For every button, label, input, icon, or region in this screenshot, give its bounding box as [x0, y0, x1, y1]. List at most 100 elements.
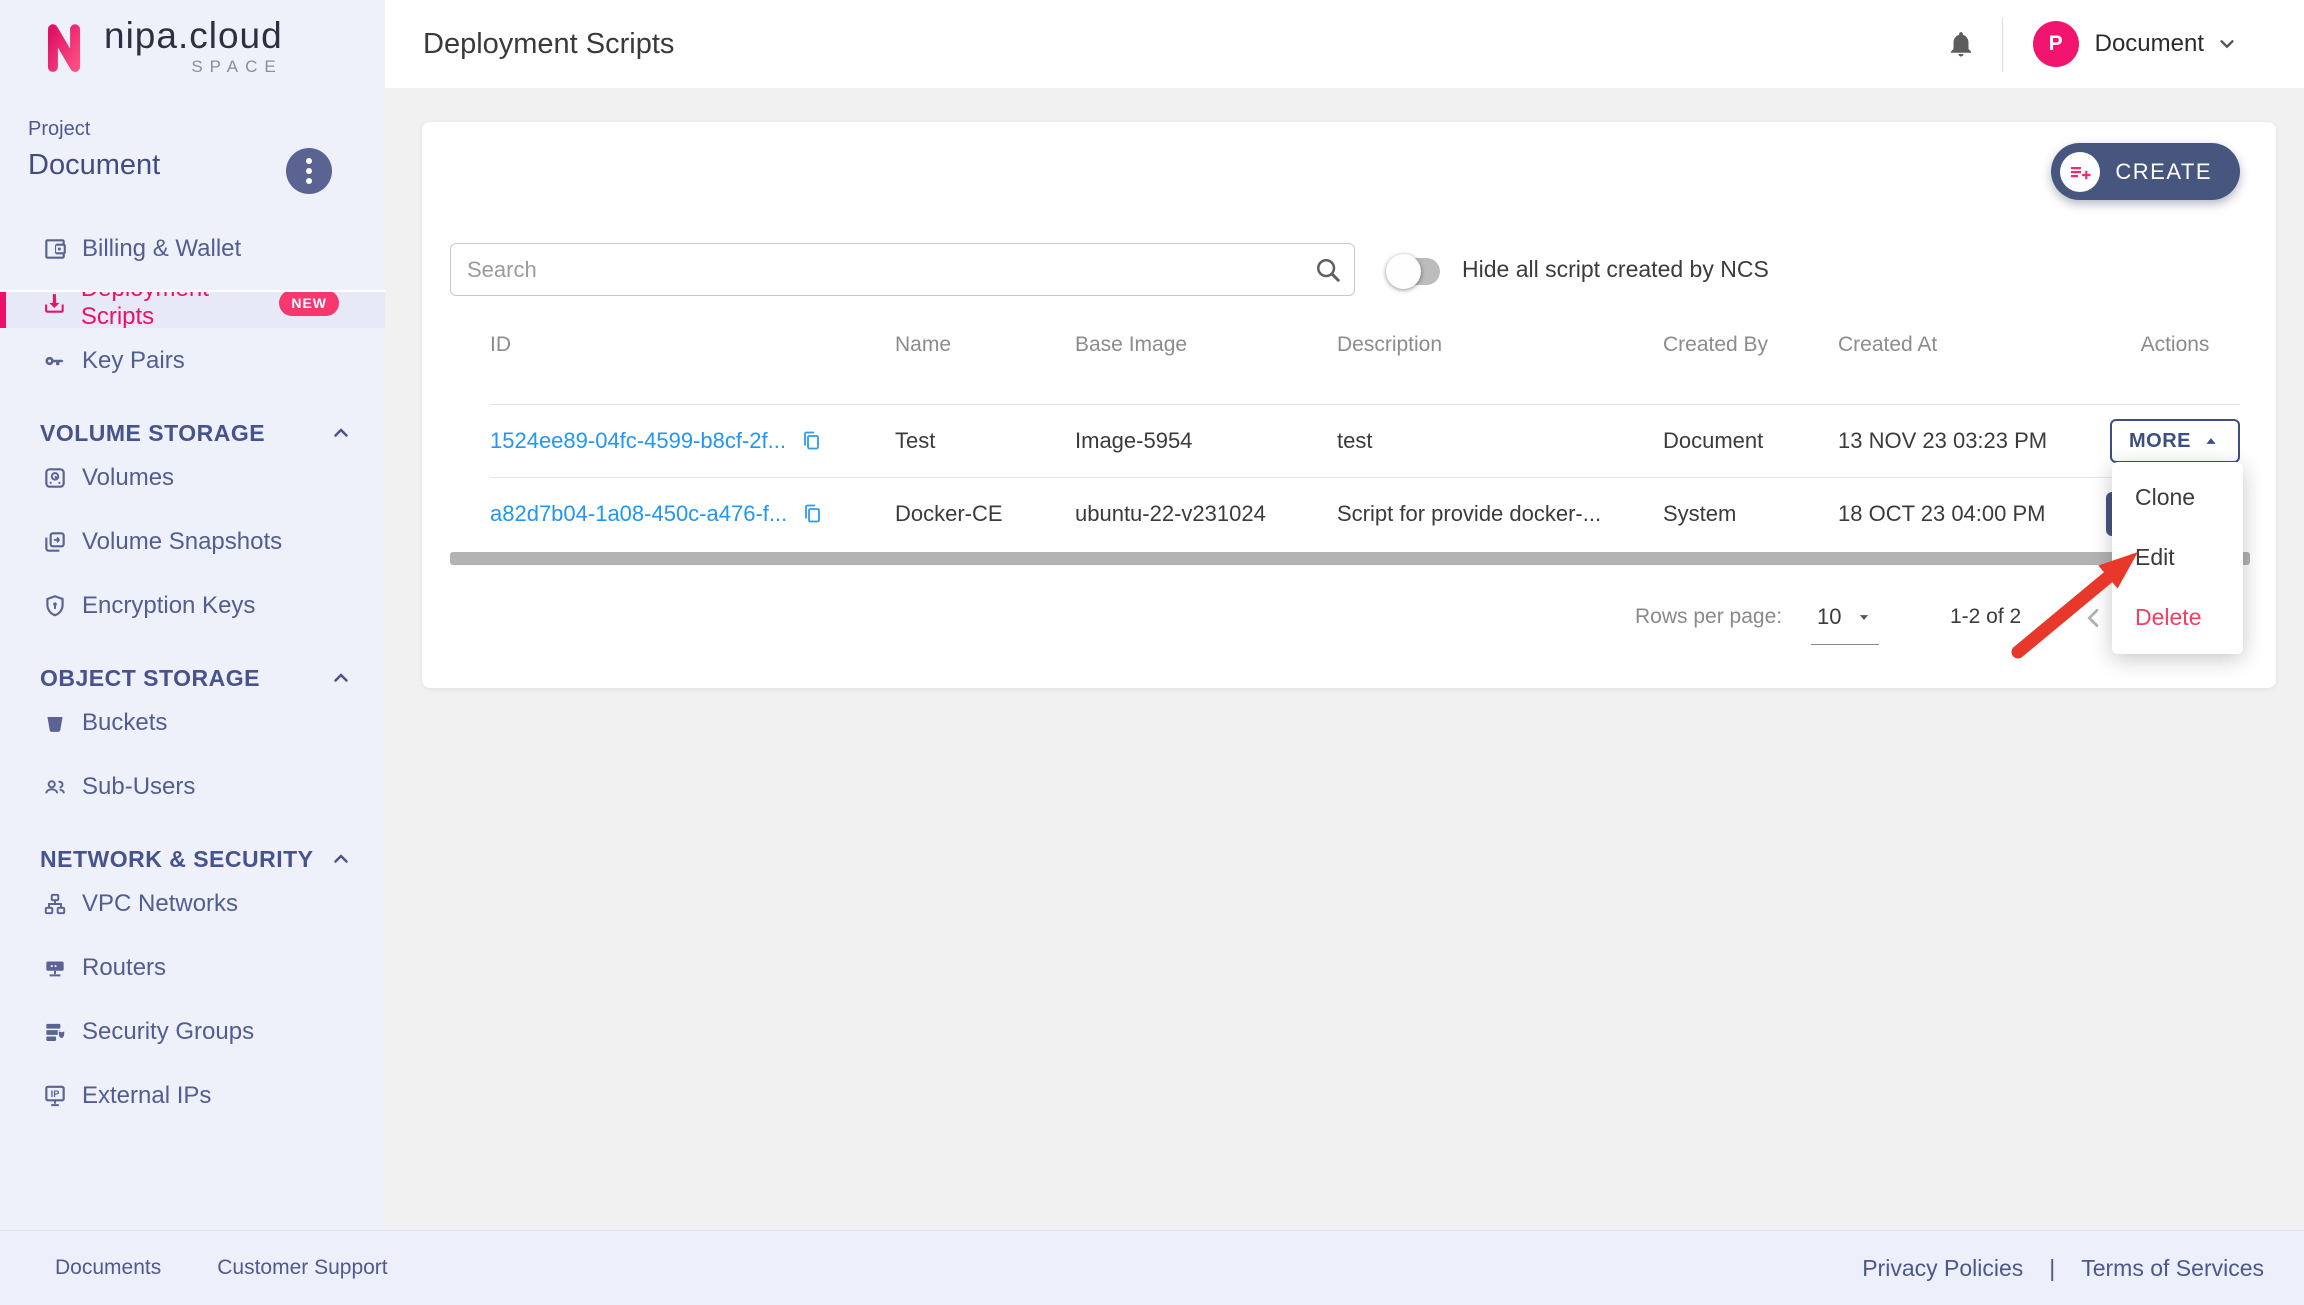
sidebar-item-label: Volume Snapshots: [82, 528, 282, 556]
create-button-label: CREATE: [2115, 159, 2212, 185]
project-menu-button[interactable]: [286, 148, 332, 194]
sidebar: nipa.cloud SPACE Project Document Billin…: [0, 0, 386, 1304]
notifications-bell-icon[interactable]: [1946, 29, 1976, 59]
rows-per-page-select[interactable]: 10: [1811, 592, 1879, 645]
sidebar-nav: Billing & Wallet Deployment Scripts NEW …: [0, 226, 385, 1137]
users-icon: [42, 774, 68, 800]
sidebar-item-label: Sub-Users: [82, 773, 195, 801]
bucket-icon: [42, 710, 68, 736]
sidebar-item-security-groups[interactable]: Security Groups: [0, 1009, 385, 1055]
script-base-image: Image-5954: [1075, 428, 1337, 454]
previous-page-icon[interactable]: [2080, 604, 2108, 632]
caret-down-icon: [1855, 608, 1873, 626]
create-button[interactable]: CREATE: [2051, 143, 2240, 200]
sidebar-item-key-pairs[interactable]: Key Pairs: [0, 338, 385, 384]
script-created-by: System: [1663, 501, 1838, 527]
footer-link-terms-of-services[interactable]: Terms of Services: [2081, 1255, 2264, 1282]
hide-ncs-toggle-label: Hide all script created by NCS: [1462, 243, 1769, 296]
menu-item-edit[interactable]: Edit: [2112, 527, 2243, 587]
scripts-table: ID Name Base Image Description Created B…: [490, 317, 2240, 550]
search-icon[interactable]: [1313, 255, 1343, 285]
col-header-id: ID: [490, 333, 895, 357]
sidebar-item-label: Billing & Wallet: [82, 235, 241, 263]
sidebar-item-sub-users[interactable]: Sub-Users: [0, 764, 385, 810]
col-header-name: Name: [895, 333, 1075, 357]
sidebar-item-billing-wallet[interactable]: Billing & Wallet: [0, 226, 385, 272]
menu-item-delete[interactable]: Delete: [2112, 587, 2243, 647]
table-header-row: ID Name Base Image Description Created B…: [490, 317, 2240, 405]
script-description: test: [1337, 428, 1663, 454]
top-bar: Deployment Scripts P Document: [385, 0, 2304, 89]
copy-icon[interactable]: [799, 429, 823, 453]
sidebar-item-label: Volumes: [82, 464, 174, 492]
rows-per-page-value: 10: [1817, 604, 1841, 630]
more-actions-button[interactable]: MORE: [2110, 419, 2240, 463]
network-tree-icon: [42, 891, 68, 917]
table-row: a82d7b04-1a08-450c-a476-f... Docker-CE u…: [490, 478, 2240, 550]
sidebar-item-encryption-keys[interactable]: Encryption Keys: [0, 583, 385, 629]
snapshot-icon: [42, 529, 68, 555]
toggle-knob: [1386, 254, 1421, 289]
brand-name: nipa.cloud: [104, 16, 283, 56]
sidebar-item-volume-snapshots[interactable]: Volume Snapshots: [0, 519, 385, 565]
brand-logo[interactable]: nipa.cloud SPACE: [36, 16, 283, 78]
deployment-scripts-card: CREATE Hide all script created by NCS ID…: [422, 122, 2276, 688]
sidebar-item-label: External IPs: [82, 1082, 211, 1110]
script-name: Docker-CE: [895, 501, 1075, 527]
shield-key-icon: [42, 593, 68, 619]
nipa-n-logo-icon: [36, 16, 92, 78]
key-icon: [42, 348, 68, 374]
chevron-up-icon: [329, 421, 353, 445]
copy-icon[interactable]: [800, 502, 824, 526]
section-object-storage[interactable]: OBJECT STORAGE: [0, 664, 385, 692]
sidebar-item-deployment-scripts[interactable]: Deployment Scripts NEW: [0, 290, 385, 328]
wallet-icon: [42, 236, 68, 262]
sidebar-item-external-ips[interactable]: IP External IPs: [0, 1073, 385, 1119]
script-base-image: ubuntu-22-v231024: [1075, 501, 1337, 527]
chevron-up-icon: [329, 666, 353, 690]
table-row: 1524ee89-04fc-4599-b8cf-2f... Test Image…: [490, 405, 2240, 478]
script-created-at: 13 NOV 23 03:23 PM: [1838, 428, 2110, 454]
page-title: Deployment Scripts: [423, 0, 674, 88]
account-name[interactable]: Document: [2095, 30, 2204, 58]
sidebar-item-label: Security Groups: [82, 1018, 254, 1046]
external-ip-icon: IP: [42, 1083, 68, 1109]
section-title: OBJECT STORAGE: [40, 665, 260, 692]
hide-ncs-toggle[interactable]: [1390, 258, 1440, 285]
script-id-link[interactable]: 1524ee89-04fc-4599-b8cf-2f...: [490, 428, 786, 454]
chevron-down-icon[interactable]: [2214, 31, 2240, 57]
sidebar-item-label: Routers: [82, 954, 166, 982]
sidebar-item-label: Encryption Keys: [82, 592, 255, 620]
horizontal-scrollbar[interactable]: [450, 552, 2250, 565]
script-id-link[interactable]: a82d7b04-1a08-450c-a476-f...: [490, 501, 787, 527]
footer-link-privacy-policies[interactable]: Privacy Policies: [1862, 1255, 2023, 1282]
footer-link-documents[interactable]: Documents: [55, 1256, 161, 1280]
router-icon: [42, 955, 68, 981]
script-name: Test: [895, 428, 1075, 454]
col-header-created-at: Created At: [1838, 333, 2110, 357]
triangle-up-icon: [2201, 431, 2221, 451]
col-header-base-image: Base Image: [1075, 333, 1337, 357]
sidebar-item-vpc-networks[interactable]: VPC Networks: [0, 881, 385, 927]
server-shield-icon: [42, 1019, 68, 1045]
section-title: NETWORK & SECURITY: [40, 846, 314, 873]
divider: [2002, 17, 2003, 72]
sidebar-item-volumes[interactable]: Volumes: [0, 455, 385, 501]
avatar[interactable]: P: [2033, 21, 2079, 67]
col-header-description: Description: [1337, 333, 1663, 357]
section-volume-storage[interactable]: VOLUME STORAGE: [0, 419, 385, 447]
svg-text:IP: IP: [51, 1089, 60, 1099]
sidebar-item-label: Key Pairs: [82, 347, 185, 375]
sidebar-item-buckets[interactable]: Buckets: [0, 700, 385, 746]
brand-sub: SPACE: [104, 57, 283, 77]
search-input[interactable]: [450, 243, 1355, 296]
sidebar-item-routers[interactable]: Routers: [0, 945, 385, 991]
create-plus-icon: [2060, 152, 2100, 192]
sidebar-item-label: Deployment Scripts: [81, 290, 280, 328]
col-header-actions: Actions: [2110, 333, 2240, 357]
footer-link-customer-support[interactable]: Customer Support: [217, 1256, 387, 1280]
script-created-at: 18 OCT 23 04:00 PM: [1838, 501, 2110, 527]
menu-item-clone[interactable]: Clone: [2112, 467, 2243, 527]
section-title: VOLUME STORAGE: [40, 420, 265, 447]
section-network-security[interactable]: NETWORK & SECURITY: [0, 845, 385, 873]
